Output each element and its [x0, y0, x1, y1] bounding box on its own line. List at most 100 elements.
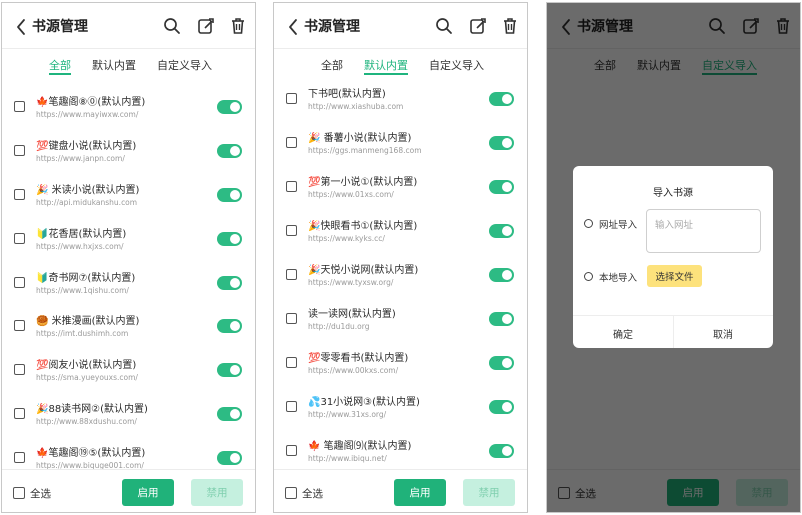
search-icon[interactable]	[162, 16, 182, 36]
stage: 书源管理 全部 默认内置 自定义导入 🍁笔趣阁⑧⓪(默认内置) https://w…	[0, 0, 802, 515]
enable-button[interactable]: 启用	[394, 479, 446, 506]
url-import-label[interactable]: 网址导入	[599, 217, 637, 231]
header: 书源管理	[274, 3, 527, 49]
item-checkbox[interactable]	[286, 137, 297, 148]
enable-toggle[interactable]	[489, 136, 514, 150]
list-item[interactable]: 💯第一小说①(默认内置) https://www.01xs.com/	[274, 166, 527, 210]
enable-toggle[interactable]	[217, 363, 242, 377]
search-icon[interactable]	[434, 16, 454, 36]
list-item[interactable]: 🎉 番薯小说(默认内置) https://ggs.manmeng168.com	[274, 122, 527, 166]
select-all-label[interactable]: 全选	[302, 486, 323, 501]
tab-custom-import[interactable]: 自定义导入	[157, 57, 212, 73]
disable-button[interactable]: 禁用	[463, 479, 515, 506]
item-checkbox[interactable]	[14, 145, 25, 156]
enable-toggle[interactable]	[217, 232, 242, 246]
item-checkbox[interactable]	[14, 233, 25, 244]
list-item[interactable]: 🎉天悦小说网(默认内置) https://www.tyxsw.org/	[274, 254, 527, 298]
source-name: 💯键盘小说(默认内置)	[36, 141, 137, 152]
enable-toggle[interactable]	[489, 92, 514, 106]
tab-default-builtin[interactable]: 默认内置	[92, 57, 136, 73]
item-checkbox[interactable]	[286, 181, 297, 192]
back-arrow-icon[interactable]	[15, 18, 27, 36]
back-arrow-icon[interactable]	[287, 18, 299, 36]
list-item[interactable]: 读一读网(默认内置) http://du1du.org	[274, 298, 527, 342]
select-all-checkbox[interactable]	[13, 487, 25, 499]
item-checkbox[interactable]	[14, 320, 25, 331]
enable-toggle[interactable]	[217, 144, 242, 158]
bottom-bar: 全选 启用 禁用	[2, 469, 255, 512]
item-checkbox[interactable]	[286, 93, 297, 104]
enable-toggle[interactable]	[217, 100, 242, 114]
enable-toggle[interactable]	[489, 356, 514, 370]
enable-toggle[interactable]	[489, 268, 514, 282]
list-item[interactable]: 💯阅友小说(默认内置) https://sma.yueyouxs.com/	[2, 349, 255, 393]
enable-toggle[interactable]	[217, 276, 242, 290]
source-name: 🍁笔趣阁⑲⑤(默认内置)	[36, 448, 146, 459]
list-item[interactable]: 下书吧(默认内置) http://www.xiashuba.com	[274, 78, 527, 122]
enable-toggle[interactable]	[217, 319, 242, 333]
enable-button[interactable]: 启用	[122, 479, 174, 506]
item-checkbox[interactable]	[14, 189, 25, 200]
item-checkbox[interactable]	[286, 401, 297, 412]
select-all-label[interactable]: 全选	[30, 486, 51, 501]
tab-custom-import[interactable]: 自定义导入	[429, 57, 484, 73]
enable-toggle[interactable]	[217, 407, 242, 421]
select-all-checkbox[interactable]	[285, 487, 297, 499]
item-checkbox[interactable]	[286, 313, 297, 324]
item-checkbox[interactable]	[286, 445, 297, 456]
list-item[interactable]: 🥮 米推漫画(默认内置) https://imt.dushimh.com	[2, 305, 255, 349]
enable-toggle[interactable]	[489, 224, 514, 238]
source-url: https://www.mayiwxw.com/	[36, 110, 139, 119]
item-checkbox[interactable]	[286, 225, 297, 236]
url-input[interactable]: 输入网址	[646, 209, 761, 253]
enable-toggle[interactable]	[489, 444, 514, 458]
source-name: 🔰花香居(默认内置)	[36, 229, 127, 240]
source-name: 🔰奇书网⑦(默认内置)	[36, 273, 136, 284]
source-url: https://www.janpn.com/	[36, 154, 125, 163]
tab-all[interactable]: 全部	[49, 57, 71, 73]
item-checkbox[interactable]	[14, 277, 25, 288]
screen-default-builtin: 书源管理 全部 默认内置 自定义导入 下书吧(默认内置) http://www.x…	[273, 2, 528, 513]
list-item[interactable]: 🎉 米读小说(默认内置) http://api.midukanshu.com	[2, 174, 255, 218]
source-name: 🍁 笔趣阁⑼(默认内置)	[308, 441, 412, 452]
confirm-button[interactable]: 确定	[573, 326, 673, 341]
source-name: 💯零零看书(默认内置)	[308, 353, 409, 364]
enable-toggle[interactable]	[489, 400, 514, 414]
list-item[interactable]: 💯零零看书(默认内置) https://www.00kxs.com/	[274, 342, 527, 386]
source-url: https://www.1qishu.com/	[36, 286, 129, 295]
trash-icon[interactable]	[228, 16, 248, 36]
screen-all: 书源管理 全部 默认内置 自定义导入 🍁笔趣阁⑧⓪(默认内置) https://w…	[1, 2, 256, 513]
import-edit-icon[interactable]	[468, 16, 488, 36]
local-import-label[interactable]: 本地导入	[599, 270, 637, 284]
url-import-radio[interactable]	[584, 219, 593, 228]
disable-button[interactable]: 禁用	[191, 479, 243, 506]
enable-toggle[interactable]	[217, 188, 242, 202]
list-item[interactable]: 💦31小说网③(默认内置) http://www.31xs.org/	[274, 386, 527, 430]
item-checkbox[interactable]	[14, 408, 25, 419]
item-checkbox[interactable]	[14, 101, 25, 112]
import-edit-icon[interactable]	[196, 16, 216, 36]
list-item[interactable]: 💯键盘小说(默认内置) https://www.janpn.com/	[2, 130, 255, 174]
item-checkbox[interactable]	[286, 357, 297, 368]
source-url: https://www.00kxs.com/	[308, 366, 399, 375]
trash-icon[interactable]	[500, 16, 520, 36]
list-item[interactable]: 🍁 笔趣阁⑼(默认内置) http://www.ibiqu.net/	[274, 430, 527, 474]
enable-toggle[interactable]	[489, 180, 514, 194]
list-item[interactable]: 🔰花香居(默认内置) https://www.hxjxs.com/	[2, 218, 255, 262]
item-checkbox[interactable]	[14, 364, 25, 375]
choose-file-button[interactable]: 选择文件	[647, 265, 702, 287]
list-item[interactable]: 🍁笔趣阁⑧⓪(默认内置) https://www.mayiwxw.com/	[2, 86, 255, 130]
tab-default-builtin[interactable]: 默认内置	[364, 57, 408, 73]
local-import-radio[interactable]	[584, 272, 593, 281]
item-checkbox[interactable]	[286, 269, 297, 280]
tab-all[interactable]: 全部	[321, 57, 343, 73]
list-item[interactable]: 🎉88读书网②(默认内置) http://www.88xdushu.com/	[2, 393, 255, 437]
list-item[interactable]: 🔰奇书网⑦(默认内置) https://www.1qishu.com/	[2, 262, 255, 306]
source-url: http://www.88xdushu.com/	[36, 417, 137, 426]
source-url: https://www.hxjxs.com/	[36, 242, 124, 251]
list-item[interactable]: 🎉快眼看书①(默认内置) https://www.kyks.cc/	[274, 210, 527, 254]
enable-toggle[interactable]	[217, 451, 242, 465]
cancel-button[interactable]: 取消	[673, 326, 773, 341]
enable-toggle[interactable]	[489, 312, 514, 326]
item-checkbox[interactable]	[14, 452, 25, 463]
